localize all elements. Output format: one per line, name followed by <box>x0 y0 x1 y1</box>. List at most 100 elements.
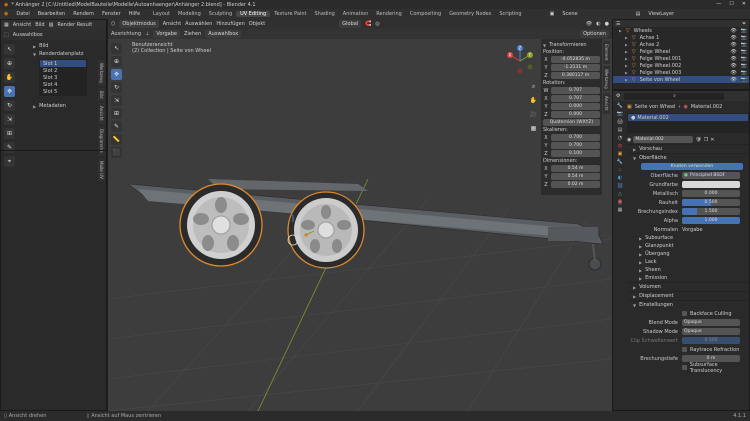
image-selector[interactable]: Render Result <box>57 22 92 28</box>
shading-solid-icon[interactable]: ● <box>605 21 609 27</box>
tab-werkzeug[interactable]: Werkzeug <box>98 60 105 86</box>
world-tab-icon[interactable]: ◍ <box>618 143 622 149</box>
pan-hand-icon[interactable]: ✋ <box>528 95 539 106</box>
transform-value-field[interactable]: 0.100 <box>551 150 600 157</box>
eye-icon[interactable]: 👁 <box>730 28 736 34</box>
view-layer-tab-icon[interactable]: ▤ <box>618 127 623 133</box>
unlink-icon[interactable]: ✕ <box>710 137 714 143</box>
camera-icon[interactable]: 📷 <box>741 70 747 76</box>
normal-value[interactable]: Vorgabe <box>682 227 703 233</box>
material-tab-icon[interactable]: ◉ <box>617 199 623 205</box>
particles-tab-icon[interactable]: ∴ <box>618 167 621 173</box>
texture-tab-icon[interactable]: ▦ <box>618 207 623 213</box>
rotate-tool-icon[interactable]: ↻ <box>111 82 122 93</box>
filter-icon[interactable]: ⏷ <box>742 21 746 27</box>
eye-icon[interactable]: 👁 <box>730 35 736 41</box>
outliner-row[interactable]: ▶ ▽ Felge Wheel.002 👁 📷 <box>613 62 749 69</box>
list-item[interactable]: ● Material.002 <box>628 114 748 121</box>
tab-geometry-nodes[interactable]: Geometry Nodes <box>445 11 495 17</box>
subsection-header[interactable]: ▶ Glanzpunkt <box>627 242 749 250</box>
menu-window[interactable]: Fenster <box>98 11 125 17</box>
physics-tab-icon[interactable]: ◐ <box>618 175 622 181</box>
viewlayer-selector[interactable]: ViewLayer <box>644 11 678 17</box>
eye-icon[interactable]: 👁 <box>730 42 736 48</box>
tab-ansicht[interactable]: Ansicht <box>603 93 610 115</box>
rotation-mode-select[interactable]: Quaternion (WXYZ) <box>543 119 600 126</box>
move-tool-icon[interactable]: ✥ <box>4 86 15 97</box>
outliner-row[interactable]: ▶ ▽ Seite von Wheel 👁 📷 <box>613 76 749 83</box>
transform-value-field[interactable]: 0.707 <box>551 87 600 94</box>
transform-tool-icon[interactable]: ⊞ <box>4 128 15 139</box>
displacement-section[interactable]: ▶ Displacement <box>627 291 749 300</box>
properties-type-icon[interactable]: ⚙ <box>616 93 620 99</box>
editor-type-icon[interactable]: ▦ <box>4 22 9 28</box>
preview-section[interactable]: ▶ Vorschau <box>627 144 749 153</box>
grab-tool-icon[interactable]: ✋ <box>4 72 15 83</box>
transform-value-field[interactable]: 0.54 m <box>551 165 600 172</box>
menu-view[interactable]: Ansicht <box>13 22 31 28</box>
visibility-icon[interactable]: 👁 <box>586 21 592 27</box>
subsection-header[interactable]: ▶ Subsurface <box>627 234 749 242</box>
tab-compositing[interactable]: Compositing <box>406 11 445 17</box>
outliner-row[interactable]: ▶ ▽ Felge Wheel.003 👁 📷 <box>613 69 749 76</box>
list-item[interactable]: Slot 4 <box>40 81 86 88</box>
tab-uv-editing[interactable]: UV Editing <box>236 11 271 17</box>
measure-tool-icon[interactable]: 📏 <box>111 134 122 145</box>
shader-input-field[interactable]: 1.500 <box>682 208 740 215</box>
camera-icon[interactable]: 📷 <box>741 42 747 48</box>
subsurface-tr-checkbox[interactable] <box>682 365 687 370</box>
tab-shading[interactable]: Shading <box>310 11 338 17</box>
proportional-icon[interactable]: ◎ <box>375 21 379 27</box>
tab-layout[interactable]: Layout <box>149 11 174 17</box>
tab-element[interactable]: Element <box>603 41 610 64</box>
3d-viewport[interactable]: ⬡ Objektmodus Ansicht Auswählen Hinzufüg… <box>108 19 612 411</box>
editor-type-icon[interactable]: ⬡ <box>111 21 115 27</box>
transform-value-field[interactable]: 0.000 <box>551 103 600 110</box>
tab-animation[interactable]: Animation <box>339 11 373 17</box>
camera-icon[interactable]: 📷 <box>741 77 747 83</box>
subsection-header[interactable]: ▶ Übergang <box>627 250 749 258</box>
outliner-type-icon[interactable]: ☰ <box>616 21 620 27</box>
shader-selector[interactable]: ● Principled BSDF <box>682 172 740 179</box>
tab-bild[interactable]: Bild <box>98 87 105 102</box>
annotate-tool-icon[interactable]: ✎ <box>111 121 122 132</box>
navigation-gizmo[interactable]: Z X Y <box>504 43 536 77</box>
menu-view[interactable]: Ansicht <box>163 21 181 27</box>
render-tab-icon[interactable]: 📷 <box>617 111 623 117</box>
tab-werkzeug[interactable]: Werkzeug <box>603 65 610 92</box>
transform-panel-header[interactable]: ▼ Transformieren <box>543 41 600 49</box>
subsection-header[interactable]: ▶ Lack <box>627 258 749 266</box>
material-browse-icon[interactable]: ◉ <box>627 137 631 143</box>
selectbox-selector[interactable]: Auswahlbox <box>205 30 242 38</box>
outliner-row[interactable]: ▶ ▽ Felge Wheel.001 👁 📷 <box>613 55 749 62</box>
list-item[interactable]: Slot 3 <box>40 74 86 81</box>
orientation-selector[interactable]: Global <box>339 20 362 28</box>
list-item[interactable]: Slot 5 <box>40 88 86 95</box>
cursor-tool-icon[interactable]: ⊕ <box>111 56 122 67</box>
eye-icon[interactable]: 👁 <box>730 77 736 83</box>
move-tool-icon[interactable]: ✥ <box>111 69 122 80</box>
collapse-arrow-icon[interactable]: ▶ <box>625 36 628 40</box>
minimize-icon[interactable]: — <box>716 1 721 7</box>
collapse-arrow-icon[interactable]: ▶ <box>625 50 628 54</box>
options-menu[interactable]: Optionen <box>580 30 609 38</box>
add-cube-icon[interactable]: ⬛ <box>111 147 122 158</box>
raytrace-checkbox[interactable] <box>682 347 687 352</box>
eye-icon[interactable]: 👁 <box>730 49 736 55</box>
transform-value-field[interactable]: -0.052835 m <box>551 56 600 63</box>
select-tool-icon[interactable]: ↖ <box>111 43 122 54</box>
transform-value-field[interactable]: 0.700 <box>551 134 600 141</box>
menu-edit[interactable]: Bearbeiten <box>34 11 69 17</box>
tab-sculpting[interactable]: Sculpting <box>205 11 236 17</box>
collapse-arrow-icon[interactable]: ▶ <box>625 64 628 68</box>
panel-render-slots-header[interactable]: ▼ Renderdatenplatz <box>33 50 95 58</box>
blend-select[interactable]: Opaque <box>682 319 740 326</box>
tab-rendering[interactable]: Rendering <box>372 11 406 17</box>
transform-value-field[interactable]: 0.380117 m <box>551 72 600 79</box>
list-item[interactable]: Slot 1 <box>40 60 86 67</box>
modifier-tab-icon[interactable]: 🔧 <box>617 159 623 165</box>
transform-value-field[interactable]: 0.707 <box>551 95 600 102</box>
duplicate-icon[interactable]: ❐ <box>704 137 708 143</box>
maximize-icon[interactable]: ☐ <box>729 1 733 7</box>
scale-tool-icon[interactable]: ⇲ <box>111 95 122 106</box>
